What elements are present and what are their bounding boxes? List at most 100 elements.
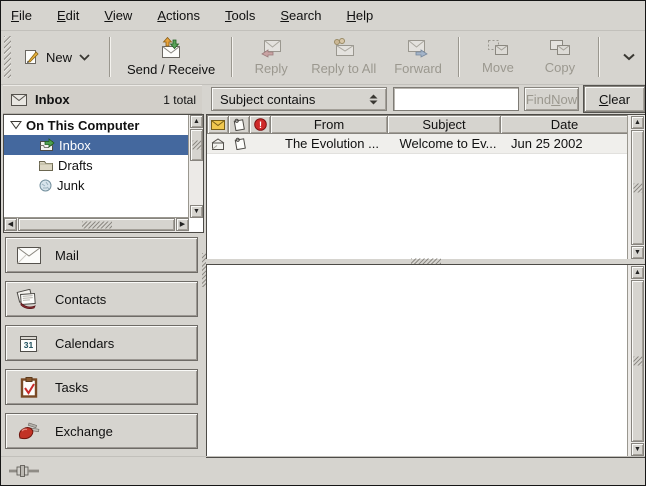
important-mark-text: ! <box>259 120 262 130</box>
shortcut-contacts-button[interactable]: Contacts <box>5 281 198 317</box>
dropdown-arrows-icon <box>369 94 378 105</box>
column-important[interactable]: ! <box>249 115 271 134</box>
reply-button[interactable]: Reply <box>240 34 302 80</box>
message-list: ! From Subject Date <box>206 114 646 261</box>
important-cell <box>251 134 273 153</box>
tree-item-junk[interactable]: Junk <box>4 175 189 195</box>
tree-vertical-scrollbar[interactable]: ▲ ▼ <box>188 115 203 218</box>
toolbar-separator <box>231 37 233 77</box>
move-button[interactable]: Move <box>467 35 529 79</box>
right-arrow-icon: ▶ <box>180 221 185 228</box>
reply-label: Reply <box>255 61 288 76</box>
reply-icon <box>259 38 283 58</box>
folder-tree-rows: On This Computer Inbox <box>4 115 189 218</box>
send-receive-button[interactable]: Send / Receive <box>118 33 224 81</box>
scroll-down-button[interactable]: ▼ <box>631 443 644 456</box>
shortcut-label: Calendars <box>55 336 114 351</box>
shortcut-calendars-button[interactable]: 31 Calendars <box>5 325 198 361</box>
scroll-up-button[interactable]: ▲ <box>631 116 644 129</box>
expander-triangle-icon[interactable] <box>10 120 22 130</box>
up-arrow-icon: ▲ <box>193 118 200 125</box>
tree-horizontal-scrollbar[interactable]: ◀ ▶ <box>4 217 189 232</box>
toolbar-drag-handle[interactable] <box>4 36 11 78</box>
menu-view[interactable]: View <box>104 8 132 23</box>
toolbar-overflow-button[interactable] <box>623 53 635 61</box>
search-criteria-dropdown[interactable]: Subject contains <box>211 87 387 111</box>
message-list-scrollbar[interactable]: ▲ ▼ <box>627 115 646 260</box>
tree-item-inbox[interactable]: Inbox <box>4 135 189 155</box>
column-from[interactable]: From <box>270 115 388 134</box>
menu-search[interactable]: Search <box>280 8 321 23</box>
scroll-left-button[interactable]: ◀ <box>4 218 17 231</box>
column-date[interactable]: Date <box>500 115 628 134</box>
toolbar-separator <box>458 37 460 77</box>
folder-icon <box>38 159 54 172</box>
reply-to-all-label: Reply to All <box>311 61 376 76</box>
scroll-down-button[interactable]: ▼ <box>190 205 203 218</box>
scroll-down-button[interactable]: ▼ <box>631 246 644 259</box>
thumb-grip <box>82 221 112 228</box>
menu-edit[interactable]: Edit <box>57 8 79 23</box>
message-date: Jun 25 2002 <box>505 134 628 153</box>
left-arrow-icon: ◀ <box>8 221 13 228</box>
new-button[interactable]: New <box>11 45 102 69</box>
search-bar: Subject contains Find Now Clear <box>206 85 645 114</box>
new-button-label: New <box>46 50 72 65</box>
find-now-button[interactable]: Find Now <box>524 87 579 111</box>
search-input[interactable] <box>393 87 519 111</box>
chevron-down-icon <box>623 53 635 61</box>
calendar-icon: 31 <box>16 334 42 353</box>
envelope-status-icon <box>211 120 225 130</box>
shortcut-label: Contacts <box>55 292 106 307</box>
thumb-grip <box>633 183 642 192</box>
toolbar: New Send / Receive <box>1 30 645 85</box>
copy-button[interactable]: Copy <box>529 35 591 79</box>
scrollbar-thumb[interactable] <box>190 129 203 161</box>
important-icon: ! <box>254 118 267 131</box>
menu-file[interactable]: File <box>11 8 32 23</box>
scrollbar-thumb[interactable] <box>18 218 175 231</box>
inbox-icon <box>38 138 55 152</box>
reply-to-all-icon <box>331 38 357 58</box>
clear-button[interactable]: Clear <box>584 86 645 112</box>
tasks-icon <box>16 377 42 398</box>
scroll-up-button[interactable]: ▲ <box>190 115 203 128</box>
tree-item-on-this-computer[interactable]: On This Computer <box>4 115 189 135</box>
exchange-plug-icon <box>16 421 42 441</box>
scroll-up-button[interactable]: ▲ <box>631 266 644 279</box>
column-attachment[interactable] <box>228 115 250 134</box>
message-subject: Welcome to Ev... <box>391 134 505 153</box>
tree-item-drafts[interactable]: Drafts <box>4 155 189 175</box>
scroll-right-button[interactable]: ▶ <box>176 218 189 231</box>
message-from: The Evolution ... <box>273 134 391 153</box>
preview-pane[interactable]: ▲ ▼ <box>206 264 646 458</box>
toolbar-separator <box>109 37 111 77</box>
shortcut-mail-button[interactable]: Mail <box>5 237 198 273</box>
thumb-grip <box>633 357 642 366</box>
copy-icon <box>549 39 571 57</box>
preview-scrollbar[interactable]: ▲ ▼ <box>627 265 646 457</box>
tree-item-label: On This Computer <box>26 118 139 133</box>
mail-icon <box>16 247 42 264</box>
shortcut-exchange-button[interactable]: Exchange <box>5 413 198 449</box>
menu-actions[interactable]: Actions <box>157 8 200 23</box>
move-label: Move <box>482 60 514 75</box>
column-status[interactable] <box>207 115 229 134</box>
scrollbar-thumb[interactable] <box>631 130 644 245</box>
forward-button[interactable]: Forward <box>385 34 451 80</box>
menu-help[interactable]: Help <box>347 8 374 23</box>
column-subject[interactable]: Subject <box>387 115 501 134</box>
search-criteria-value: Subject contains <box>220 92 315 107</box>
folder-header[interactable]: Inbox 1 total <box>3 85 204 114</box>
status-bar <box>1 456 645 484</box>
message-row[interactable]: The Evolution ... Welcome to Ev... Jun 2… <box>207 134 628 154</box>
reply-to-all-button[interactable]: Reply to All <box>302 34 385 80</box>
move-icon <box>487 39 509 57</box>
scrollbar-thumb[interactable] <box>631 280 644 442</box>
down-arrow-icon: ▼ <box>634 446 641 453</box>
online-status-connector-icon[interactable] <box>9 464 43 478</box>
menu-tools[interactable]: Tools <box>225 8 255 23</box>
shortcut-tasks-button[interactable]: Tasks <box>5 369 198 405</box>
evolution-window: File Edit View Actions Tools Search Help… <box>0 0 646 486</box>
down-arrow-icon: ▼ <box>193 208 200 215</box>
